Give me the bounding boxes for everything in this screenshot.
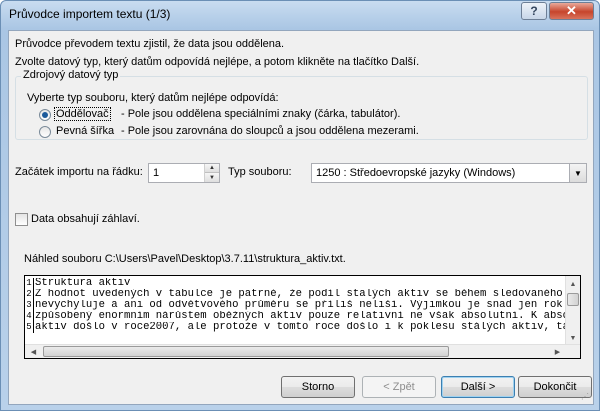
preview-row: 3 nevychyluje a ani od odvětvového průměr… (25, 300, 565, 311)
file-origin-value: 1250 : Středoevropské jazyky (Windows) (316, 167, 516, 179)
headers-checkbox-label[interactable]: Data obsahují záhlaví. (31, 213, 140, 225)
scroll-right-icon[interactable]: ▶ (550, 345, 565, 358)
title-bar[interactable]: Průvodce importem textu (1/3) ? ✕ (1, 1, 599, 27)
preview-rows: 1 Struktura aktiv 2Z hodnot uvedených v t… (25, 278, 565, 333)
scroll-down-icon[interactable]: ▼ (566, 331, 580, 345)
close-icon: ✕ (566, 3, 577, 18)
preview-row: 5 aktiv došlo v roce2007, ale protože v t… (25, 322, 565, 333)
row-text: nevychyluje a ani od odvětvového průměru… (35, 300, 565, 311)
row-number: 5 (25, 322, 34, 333)
finish-button-label: Dokončit (533, 381, 577, 393)
spin-down-icon[interactable]: ▼ (205, 173, 219, 182)
preview-horizontal-scrollbar[interactable]: ◀ ▶ (25, 344, 580, 358)
vertical-scroll-thumb[interactable] (567, 293, 579, 306)
help-button[interactable]: ? (521, 2, 547, 20)
import-wizard-window: Průvodce importem textu (1/3) ? ✕ Průvod… (0, 0, 600, 411)
row-text: způsobený enormním nárůstem oběžných akt… (35, 311, 565, 322)
row-text: Struktura aktiv (35, 278, 131, 289)
help-icon: ? (530, 4, 538, 18)
window-title: Průvodce importem textu (1/3) (9, 7, 171, 21)
cancel-button-label: Storno (301, 381, 335, 393)
preview-title: Náhled souboru C:\Users\Pavel\Desktop\3.… (24, 253, 346, 265)
file-origin-select[interactable]: 1250 : Středoevropské jazyky (Windows) ▼ (311, 163, 587, 183)
spinner-buttons: ▲ ▼ (204, 164, 219, 182)
intro-line-1: Průvodce převodem textu zjistil, že data… (15, 38, 285, 50)
headers-checkbox[interactable] (15, 213, 28, 226)
resize-grip-icon[interactable]: ⋰ (581, 392, 591, 402)
spin-up-icon[interactable]: ▲ (205, 164, 219, 173)
start-row-value[interactable]: 1 (153, 167, 159, 179)
fixed-width-radio[interactable] (39, 126, 51, 138)
next-button[interactable]: Další > (441, 376, 515, 398)
fixed-width-description: - Pole jsou zarovnána do sloupců a jsou … (121, 125, 419, 137)
chevron-down-icon[interactable]: ▼ (569, 164, 586, 182)
close-button[interactable]: ✕ (549, 2, 594, 20)
file-preview[interactable]: 1 Struktura aktiv 2Z hodnot uvedených v t… (24, 275, 581, 359)
cancel-button[interactable]: Storno (281, 376, 355, 398)
source-type-prompt: Vyberte typ souboru, který datům nejlépe… (27, 92, 279, 104)
next-button-label: Další > (460, 381, 496, 393)
row-text: aktiv došlo v roce2007, ale protože v to… (35, 322, 565, 333)
scroll-up-icon[interactable]: ▲ (566, 277, 580, 291)
fixed-width-label[interactable]: Pevná šířka (56, 125, 114, 137)
row-text: Z hodnot uvedených v tabulce je patrné, … (35, 289, 565, 300)
row-number: 2 (25, 289, 34, 300)
intro-line-2: Zvolte datový typ, který datům odpovídá … (15, 56, 420, 68)
scroll-left-icon[interactable]: ◀ (26, 345, 41, 358)
source-type-group-title: Zdrojový datový typ (21, 69, 121, 81)
dialog-body: Průvodce převodem textu zjistil, že data… (8, 30, 594, 405)
horizontal-scroll-thumb[interactable] (43, 346, 449, 357)
row-number: 1 (25, 278, 34, 289)
delimited-radio[interactable] (39, 109, 51, 121)
preview-row: 1 Struktura aktiv (25, 278, 565, 289)
back-button[interactable]: < Zpět (362, 376, 436, 398)
start-row-label: Začátek importu na řádku: (15, 166, 143, 178)
back-button-label: < Zpět (383, 381, 415, 393)
file-origin-label: Typ souboru: (228, 166, 292, 178)
row-number: 3 (25, 300, 34, 311)
start-row-spinner[interactable]: 1 ▲ ▼ (148, 163, 220, 183)
preview-row: 4 způsobený enormním nárůstem oběžných ak… (25, 311, 565, 322)
preview-row: 2Z hodnot uvedených v tabulce je patrné,… (25, 289, 565, 300)
row-number: 4 (25, 311, 34, 322)
delimited-description: - Pole jsou oddělena speciálními znaky (… (121, 108, 401, 120)
delimited-label[interactable]: Oddělovač (54, 107, 111, 121)
preview-vertical-scrollbar[interactable]: ▲ ▼ (565, 276, 580, 346)
